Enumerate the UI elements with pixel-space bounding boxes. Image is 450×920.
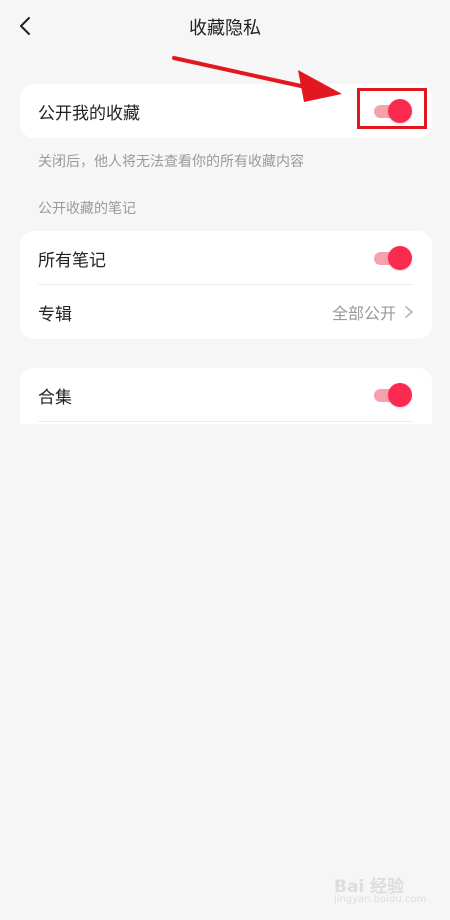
collections-card: 合集: [20, 368, 432, 424]
albums-row[interactable]: 专辑 全部公开: [20, 285, 432, 339]
annotation-highlight-box: [357, 88, 427, 129]
albums-value-wrap: 全部公开: [332, 285, 416, 339]
albums-value: 全部公开: [331, 304, 396, 323]
public-collection-label: 公开我的收藏: [38, 103, 140, 124]
all-notes-toggle[interactable]: [374, 246, 412, 270]
all-notes-label: 所有笔记: [38, 250, 106, 271]
page-title: 收藏隐私: [189, 18, 261, 39]
collections-row[interactable]: 合集: [20, 368, 432, 422]
top-bar: 收藏隐私: [0, 0, 450, 52]
collections-label: 合集: [38, 387, 72, 408]
section-title: 公开收藏的笔记: [38, 201, 136, 217]
watermark: Bai 经验 jingyan.baidu.com: [334, 866, 434, 910]
toggle-knob: [388, 246, 412, 270]
watermark-url: jingyan.baidu.com: [334, 894, 427, 905]
all-notes-row[interactable]: 所有笔记: [20, 231, 432, 285]
public-collection-hint: 关闭后，他人将无法查看你的所有收藏内容: [38, 154, 304, 170]
toggle-knob: [388, 383, 412, 407]
annotation-arrow-icon: [172, 56, 342, 102]
albums-label: 专辑: [38, 304, 72, 325]
notes-card: 所有笔记 专辑 全部公开: [20, 231, 432, 339]
chevron-right-icon: [405, 306, 413, 318]
collections-toggle[interactable]: [374, 383, 412, 407]
